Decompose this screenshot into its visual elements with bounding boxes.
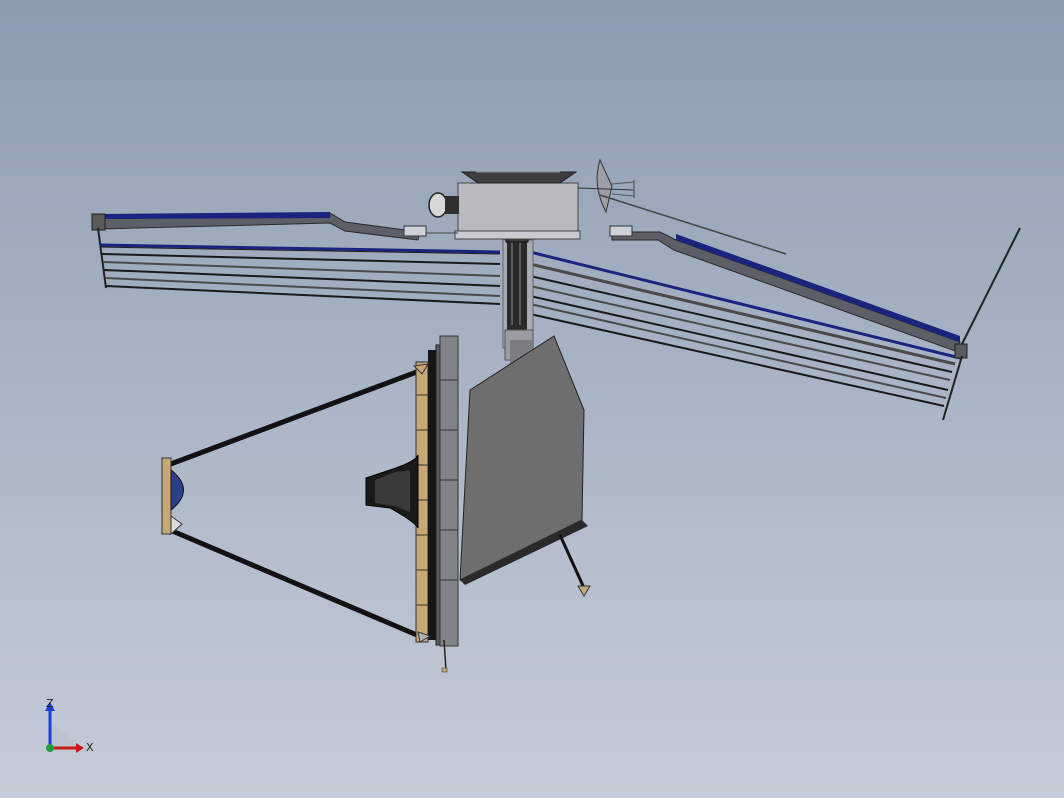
x-axis-label: X: [86, 741, 94, 754]
triad-plane-icon: [50, 722, 84, 748]
cad-3d-viewport[interactable]: [0, 0, 1064, 798]
coordinate-triad: Z X: [38, 696, 98, 756]
telescope-assembly[interactable]: [161, 335, 591, 673]
spacecraft-bus[interactable]: [403, 158, 787, 255]
z-axis-label: Z: [46, 697, 54, 710]
origin-dot-icon: [46, 744, 54, 752]
